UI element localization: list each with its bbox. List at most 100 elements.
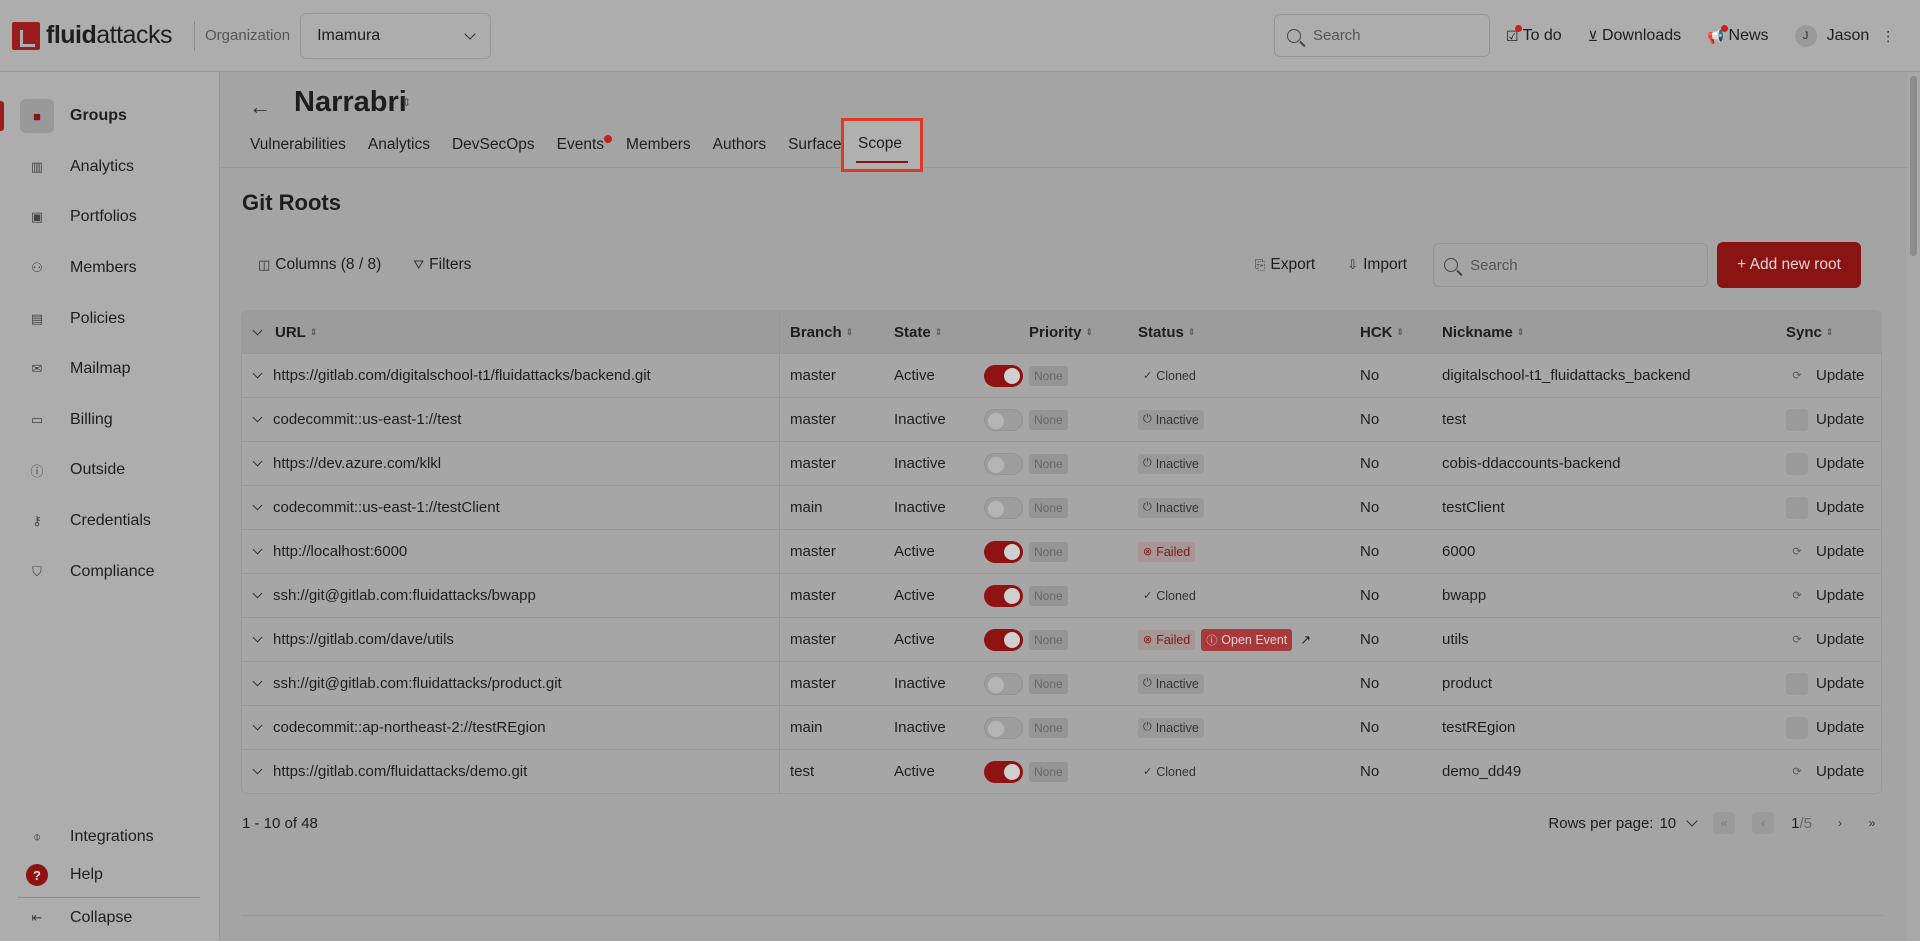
state-toggle[interactable] bbox=[984, 540, 1023, 563]
sync-update-button[interactable]: ⟳ Update bbox=[1786, 530, 1864, 573]
column-header-state[interactable]: State ⇕ bbox=[894, 311, 942, 353]
sync-update-button[interactable]: Update bbox=[1786, 442, 1864, 485]
sidebar-item-billing[interactable]: ▭ Billing bbox=[20, 402, 200, 438]
column-header-url[interactable]: URL ⇕ bbox=[275, 311, 317, 353]
columns-button[interactable]: ◫ Columns (8 / 8) bbox=[242, 242, 397, 288]
table-row[interactable]: codecommit::ap-northeast-2://testREgion … bbox=[242, 705, 1881, 749]
tab-vulnerabilities[interactable]: Vulnerabilities bbox=[250, 136, 346, 154]
column-header-sync[interactable]: Sync ⇕ bbox=[1786, 311, 1833, 353]
row-expand-chevron[interactable] bbox=[252, 398, 263, 441]
sync-update-button[interactable]: ⟳ Update bbox=[1786, 574, 1864, 617]
top-search-input[interactable]: Search bbox=[1274, 14, 1490, 57]
sync-update-button[interactable]: Update bbox=[1786, 398, 1864, 441]
tab-analytics[interactable]: Analytics bbox=[368, 136, 430, 154]
sidebar-item-policies[interactable]: ▤ Policies bbox=[20, 301, 200, 337]
sidebar-item-analytics[interactable]: ▥ Analytics bbox=[20, 149, 200, 185]
tab-events[interactable]: Events bbox=[557, 135, 613, 154]
root-url: http://localhost:6000 bbox=[273, 543, 408, 560]
open-event-badge[interactable]: ⓘ Open Event bbox=[1201, 628, 1293, 651]
downloads-link[interactable]: ⊻ Downloads bbox=[1588, 27, 1681, 45]
state-toggle[interactable] bbox=[984, 496, 1023, 519]
first-page-icon[interactable]: « bbox=[1713, 812, 1736, 834]
user-menu[interactable]: J Jason ⋮ bbox=[1794, 25, 1895, 47]
sidebar-item-credentials[interactable]: ⚷ Credentials bbox=[20, 503, 200, 539]
sidebar-item-integrations[interactable]: ⌽ Integrations bbox=[20, 819, 200, 855]
row-expand-chevron[interactable] bbox=[252, 618, 263, 661]
tab-devsecops[interactable]: DevSecOps bbox=[452, 136, 535, 154]
state-toggle[interactable] bbox=[984, 760, 1023, 783]
search-icon bbox=[1287, 28, 1301, 43]
sidebar-item-outside[interactable]: ⓘ Outside bbox=[20, 452, 200, 488]
external-link-icon[interactable]: ↗ bbox=[1300, 632, 1311, 648]
sync-update-button[interactable]: ⟳ Update bbox=[1786, 618, 1864, 661]
sidebar-item-mailmap[interactable]: ✉ Mailmap bbox=[20, 351, 200, 387]
priority-badge: None bbox=[1029, 497, 1068, 518]
organization-select[interactable]: Imamura bbox=[300, 12, 492, 59]
add-new-root-button[interactable]: + Add new root bbox=[1717, 242, 1862, 288]
table-row[interactable]: https://dev.azure.com/klkl master Inacti… bbox=[242, 441, 1881, 485]
state-toggle[interactable] bbox=[984, 628, 1023, 651]
state-toggle[interactable] bbox=[984, 672, 1023, 695]
sync-update-button[interactable]: ⟳ Update bbox=[1786, 750, 1864, 793]
state-toggle[interactable] bbox=[984, 364, 1023, 387]
sidebar-collapse-button[interactable]: ⇤ Collapse bbox=[20, 900, 200, 936]
table-row[interactable]: http://localhost:6000 master Active None… bbox=[242, 529, 1881, 573]
table-row[interactable]: https://gitlab.com/fluidattacks/demo.git… bbox=[242, 749, 1881, 793]
table-row[interactable]: ssh://git@gitlab.com:fluidattacks/produc… bbox=[242, 661, 1881, 705]
root-nickname: product bbox=[1442, 675, 1493, 692]
expand-all-chevron[interactable] bbox=[252, 311, 263, 353]
import-button[interactable]: ⇩ Import bbox=[1331, 242, 1423, 288]
table-row[interactable]: https://gitlab.com/dave/utils master Act… bbox=[242, 617, 1881, 661]
table-search-input[interactable]: Search bbox=[1433, 243, 1709, 287]
sync-update-button[interactable]: ⟳ Update bbox=[1786, 354, 1864, 397]
state-toggle[interactable] bbox=[984, 716, 1023, 739]
sidebar-item-portfolios[interactable]: ▣ Portfolios bbox=[20, 199, 200, 235]
chevron-down-icon bbox=[252, 588, 263, 599]
root-hck: No bbox=[1360, 675, 1380, 692]
row-expand-chevron[interactable] bbox=[252, 574, 263, 617]
state-toggle[interactable] bbox=[984, 584, 1023, 607]
table-row[interactable]: codecommit::us-east-1://testClient main … bbox=[242, 485, 1881, 529]
row-expand-chevron[interactable] bbox=[252, 750, 263, 793]
group-switch-icon[interactable]: ⇕ bbox=[402, 96, 411, 109]
export-button[interactable]: ⎘ Export bbox=[1239, 242, 1331, 288]
sidebar-item-groups[interactable]: ■ Groups bbox=[20, 98, 200, 134]
row-expand-chevron[interactable] bbox=[252, 486, 263, 529]
rows-per-page-select[interactable]: 10 bbox=[1659, 815, 1698, 832]
table-row[interactable]: ssh://git@gitlab.com:fluidattacks/bwapp … bbox=[242, 573, 1881, 617]
row-expand-chevron[interactable] bbox=[252, 442, 263, 485]
sidebar-item-members[interactable]: ⚇ Members bbox=[20, 250, 200, 286]
column-header-branch[interactable]: Branch ⇕ bbox=[790, 311, 853, 353]
tab-members[interactable]: Members bbox=[626, 136, 691, 154]
tab-surface[interactable]: Surface bbox=[788, 136, 841, 154]
state-toggle[interactable] bbox=[984, 408, 1023, 431]
last-page-icon[interactable]: » bbox=[1861, 812, 1883, 834]
sync-update-button[interactable]: Update bbox=[1786, 706, 1864, 749]
news-link[interactable]: 📢 News bbox=[1707, 24, 1769, 45]
tab-scope[interactable]: Scope bbox=[841, 118, 923, 172]
page-scrollbar[interactable] bbox=[1907, 72, 1920, 941]
root-state: Active bbox=[894, 763, 935, 780]
filters-button[interactable]: ⛛ Filters bbox=[397, 242, 487, 288]
column-header-hck[interactable]: HCK ⇕ bbox=[1360, 311, 1404, 353]
back-arrow-icon[interactable]: ← bbox=[249, 94, 271, 120]
todo-link[interactable]: ☑ To do bbox=[1506, 24, 1562, 45]
table-row[interactable]: https://gitlab.com/digitalschool-t1/flui… bbox=[242, 353, 1881, 397]
column-header-status[interactable]: Status ⇕ bbox=[1138, 311, 1195, 353]
row-expand-chevron[interactable] bbox=[252, 354, 263, 397]
table-row[interactable]: codecommit::us-east-1://test master Inac… bbox=[242, 397, 1881, 441]
column-header-nickname[interactable]: Nickname ⇕ bbox=[1442, 311, 1524, 353]
column-header-priority[interactable]: Priority ⇕ bbox=[1029, 311, 1093, 353]
sidebar-item-compliance[interactable]: ⛉ Compliance bbox=[20, 554, 200, 590]
sidebar-item-help[interactable]: ? Help bbox=[20, 857, 200, 893]
row-expand-chevron[interactable] bbox=[252, 706, 263, 749]
state-toggle[interactable] bbox=[984, 452, 1023, 475]
logo[interactable]: fluidattacks bbox=[12, 21, 180, 50]
previous-page-icon[interactable]: ‹ bbox=[1752, 812, 1775, 834]
next-page-icon[interactable]: › bbox=[1829, 812, 1851, 834]
tab-authors[interactable]: Authors bbox=[713, 136, 766, 154]
row-expand-chevron[interactable] bbox=[252, 662, 263, 705]
sync-update-button[interactable]: Update bbox=[1786, 486, 1864, 529]
row-expand-chevron[interactable] bbox=[252, 530, 263, 573]
sync-update-button[interactable]: Update bbox=[1786, 662, 1864, 705]
